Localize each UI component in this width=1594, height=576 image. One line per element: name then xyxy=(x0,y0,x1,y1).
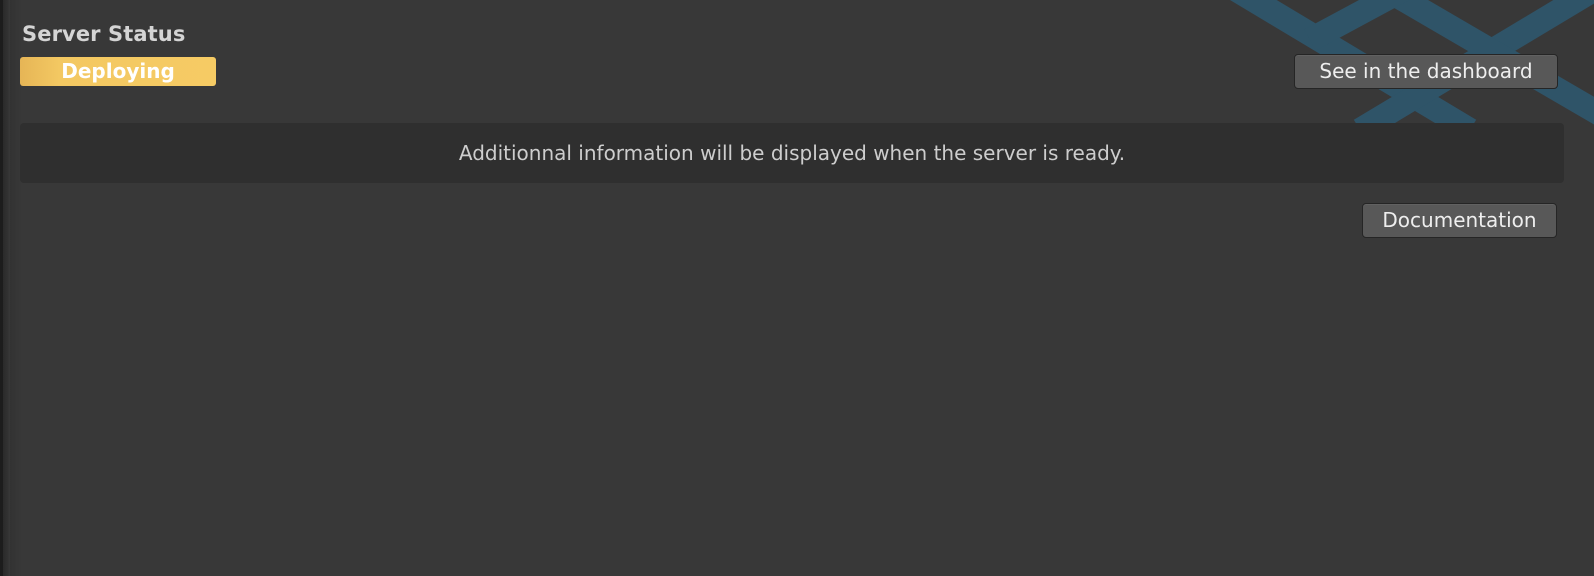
info-message: Additionnal information will be displaye… xyxy=(458,141,1126,165)
server-status-panel: Server Status Deploying See in the dashb… xyxy=(0,0,1594,576)
status-badge: Deploying xyxy=(20,57,216,86)
info-message-box: Additionnal information will be displaye… xyxy=(20,123,1564,183)
see-in-dashboard-button[interactable]: See in the dashboard xyxy=(1294,54,1558,89)
window-left-border xyxy=(0,0,10,576)
left-shade xyxy=(10,0,22,576)
server-status-title: Server Status xyxy=(22,22,186,46)
documentation-button[interactable]: Documentation xyxy=(1362,203,1557,238)
